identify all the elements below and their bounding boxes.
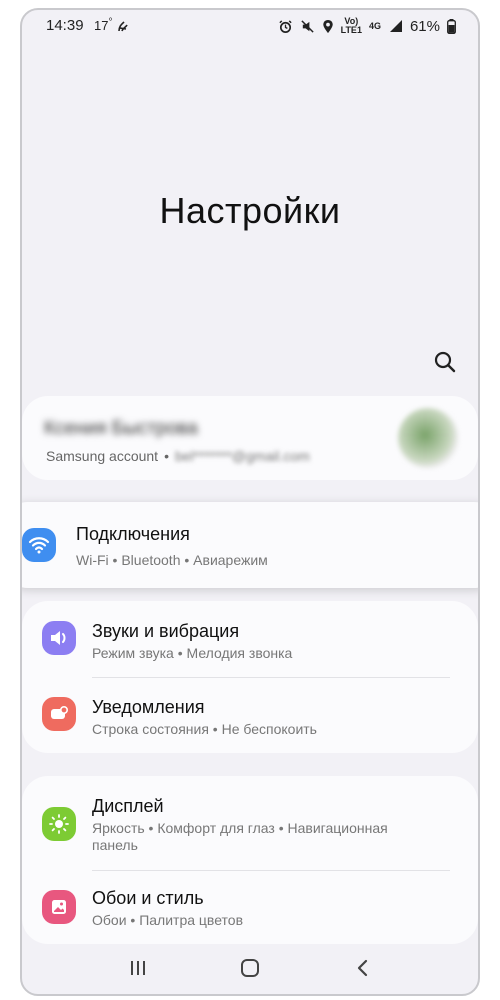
sidebar-item-wallpaper[interactable]: Обои и стиль Обои • Палитра цветов bbox=[22, 870, 478, 944]
location-icon bbox=[322, 19, 333, 33]
connections-desc: Wi-Fi • Bluetooth • Авиарежим bbox=[76, 552, 268, 568]
sounds-label: Звуки и вибрация bbox=[92, 621, 240, 641]
phone-screen: 14:39 17 ° Vo) LTE1 4G 61% Настройки Ксен… bbox=[20, 8, 480, 996]
settings-group-display: Дисплей Яркость • Комфорт для глаз • Нав… bbox=[22, 776, 478, 944]
samsung-account-card[interactable]: Ксения Быстрова Samsung account • bel***… bbox=[22, 396, 478, 480]
recent-apps-button[interactable] bbox=[118, 948, 158, 988]
back-button[interactable] bbox=[342, 948, 382, 988]
wifi-icon bbox=[22, 528, 56, 562]
account-label: Samsung account bbox=[46, 448, 159, 464]
status-time: 14:39 bbox=[46, 17, 84, 34]
recent-apps-icon bbox=[131, 961, 145, 975]
sidebar-item-display[interactable]: Дисплей Яркость • Комфорт для глаз • Нав… bbox=[22, 776, 478, 870]
display-label: Дисплей bbox=[92, 796, 164, 816]
status-bar: 14:39 17 ° Vo) LTE1 4G 61% bbox=[22, 10, 478, 42]
page-title: Настройки bbox=[159, 190, 341, 231]
account-name: Ксения Быстрова bbox=[44, 418, 198, 439]
navigation-bar bbox=[22, 942, 478, 994]
network-gen: 4G bbox=[368, 20, 381, 31]
wallpaper-label: Обои и стиль bbox=[92, 888, 204, 908]
sidebar-item-sounds[interactable]: Звуки и вибрация Режим звука • Мелодия з… bbox=[22, 601, 478, 677]
search-button[interactable] bbox=[430, 347, 460, 377]
notifications-label: Уведомления bbox=[92, 697, 205, 717]
sounds-desc: Режим звука • Мелодия звонка bbox=[92, 645, 293, 661]
lte-label: LTE1 bbox=[340, 25, 362, 35]
display-desc: Яркость • Комфорт для глаз • Навигационн… bbox=[92, 820, 388, 853]
sun-icon bbox=[42, 807, 76, 841]
search-icon bbox=[434, 351, 456, 373]
sidebar-item-connections[interactable]: Подключения Wi-Fi • Bluetooth • Авиарежи… bbox=[22, 502, 478, 588]
speaker-icon bbox=[42, 621, 76, 655]
sidebar-item-notifications[interactable]: Уведомления Строка состояния • Не беспок… bbox=[22, 677, 478, 753]
connections-label: Подключения bbox=[76, 524, 190, 544]
weather-degree-icon: ° bbox=[108, 17, 113, 28]
image-icon bbox=[42, 890, 76, 924]
alarm-icon bbox=[278, 19, 292, 33]
battery-percent: 61% bbox=[409, 17, 440, 35]
home-button[interactable] bbox=[230, 948, 270, 988]
signal-icon bbox=[389, 20, 402, 32]
avatar bbox=[398, 408, 458, 468]
battery-icon bbox=[447, 18, 456, 34]
account-email: bel*******@gmail.com bbox=[174, 448, 310, 464]
settings-group-sound: Звуки и вибрация Режим звука • Мелодия з… bbox=[22, 601, 478, 753]
mute-icon bbox=[300, 19, 314, 33]
back-icon bbox=[357, 959, 368, 977]
home-icon bbox=[241, 959, 259, 977]
app-notification-icon bbox=[118, 20, 129, 31]
notifications-desc: Строка состояния • Не беспокоить bbox=[92, 721, 317, 737]
temperature: 17 bbox=[94, 18, 109, 33]
wallpaper-desc: Обои • Палитра цветов bbox=[92, 912, 244, 928]
notification-icon bbox=[42, 697, 76, 731]
